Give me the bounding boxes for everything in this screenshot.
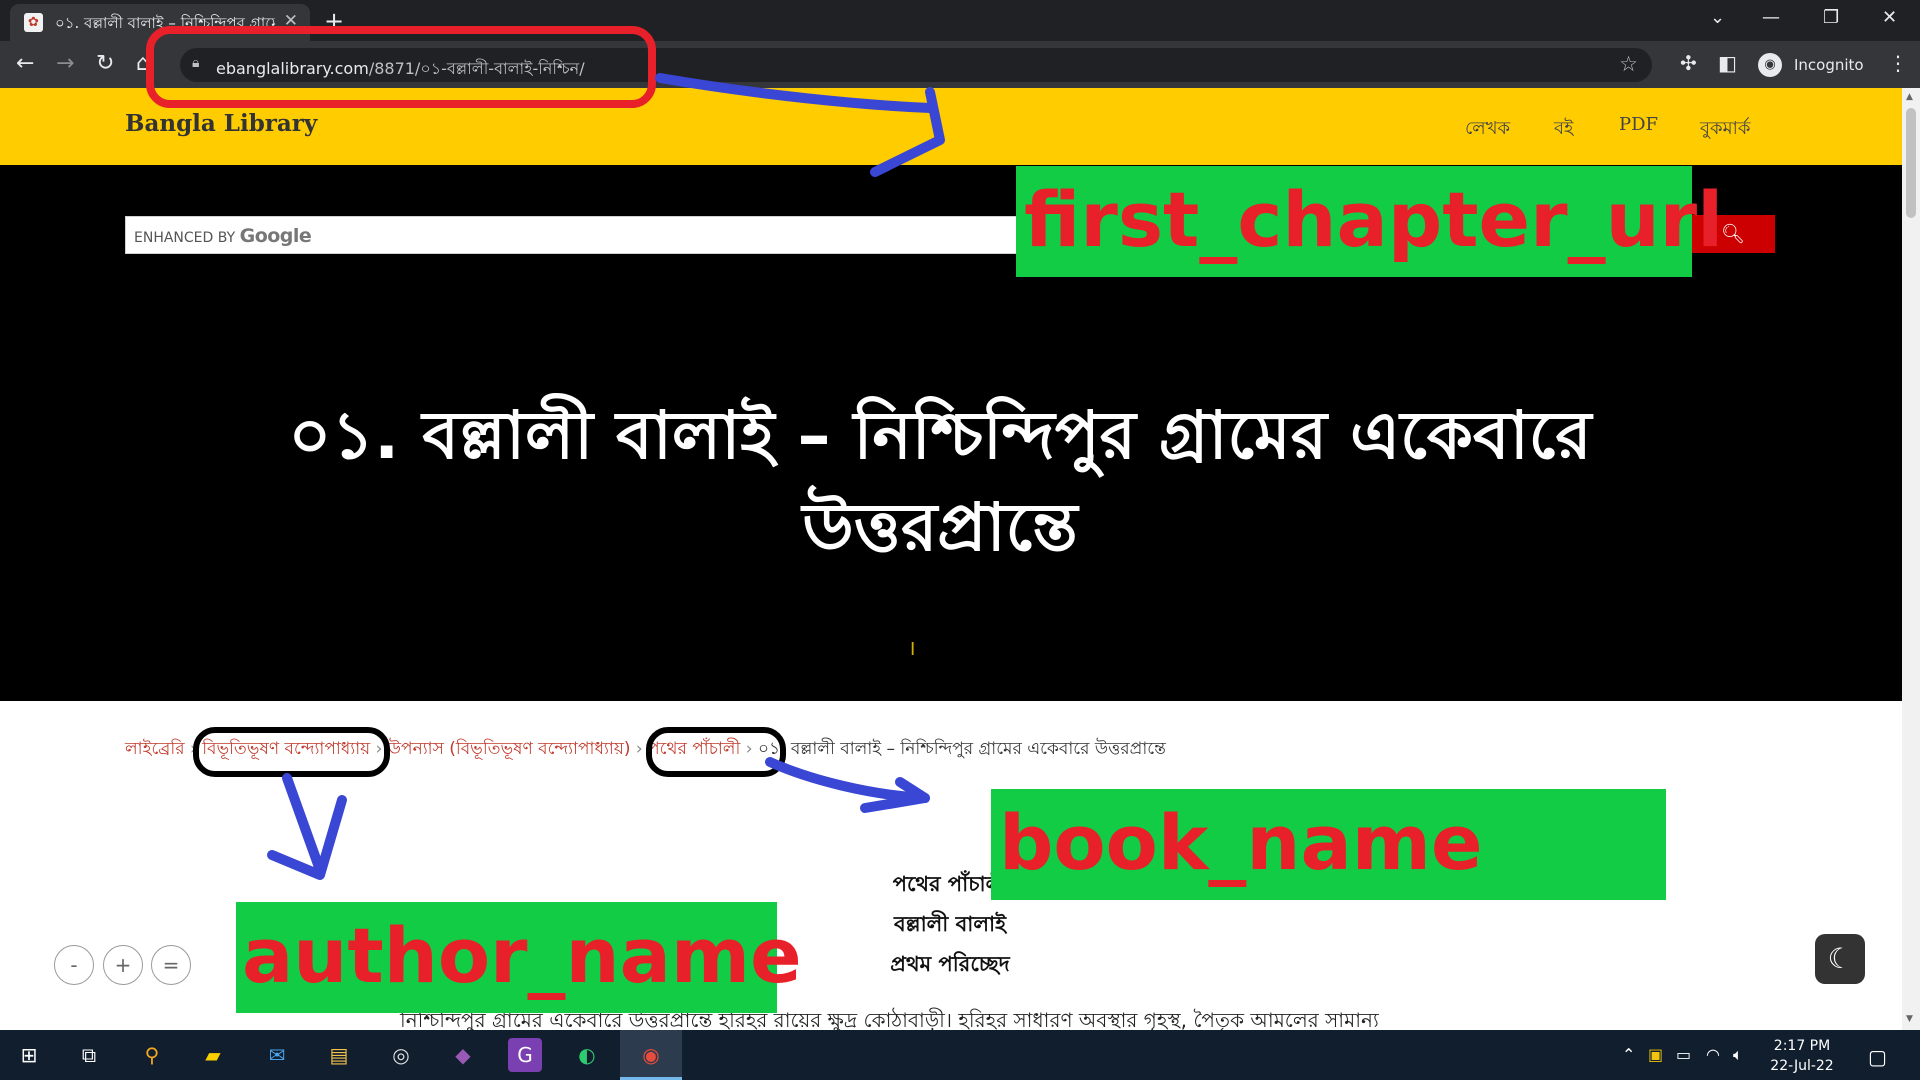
windows-start-icon[interactable]: ⊞ [12, 1038, 46, 1072]
volume-icon[interactable]: 🔈︎ [1733, 1045, 1743, 1065]
tray-app-icon[interactable]: ▣ [1648, 1045, 1663, 1064]
tray-overflow-icon[interactable]: ⌃ [1622, 1045, 1635, 1064]
annotation-url-label: first_chapter_url [1016, 166, 1723, 277]
chrome-icon[interactable]: ◉ [634, 1038, 668, 1072]
app-icon-1[interactable]: ◆ [446, 1038, 480, 1072]
task-view-icon[interactable]: ⧉ [72, 1038, 106, 1072]
sticky-notes-icon[interactable]: ▰ [196, 1038, 230, 1072]
notification-icon[interactable]: ▢ [1868, 1045, 1887, 1069]
annotation-author-label: author_name [236, 902, 802, 1013]
wifi-icon[interactable]: ◠ [1706, 1045, 1720, 1064]
taskbar-clock[interactable]: 2:17 PM 22-Jul-22 [1762, 1036, 1842, 1076]
clock-date: 22-Jul-22 [1770, 1058, 1834, 1074]
pdf-app-icon[interactable]: G [508, 1038, 542, 1072]
url-arrow-shaft [655, 73, 935, 113]
mail-icon[interactable]: ✉ [260, 1038, 294, 1072]
annotation-book-label: book_name [991, 789, 1666, 900]
author-arrow-shaft [282, 773, 325, 875]
screen: { "browser": { "tab_title": "০১. বল্লালী… [0, 0, 1920, 1080]
media-player-icon[interactable]: ◎ [384, 1038, 418, 1072]
windows-taskbar: ⊞ ⧉ ⚲ ▰ ✉ ▤ ◎ ◆ G ◐ ◉ ⌃ ▣ ▭ ◠ 🔈︎ 2:17 PM… [0, 1030, 1920, 1080]
clock-time: 2:17 PM [1773, 1038, 1831, 1054]
file-explorer-icon[interactable]: ▤ [322, 1038, 356, 1072]
battery-icon[interactable]: ▭ [1676, 1045, 1691, 1064]
app-icon-2[interactable]: ◐ [570, 1038, 604, 1072]
search-app-icon[interactable]: ⚲ [135, 1038, 169, 1072]
